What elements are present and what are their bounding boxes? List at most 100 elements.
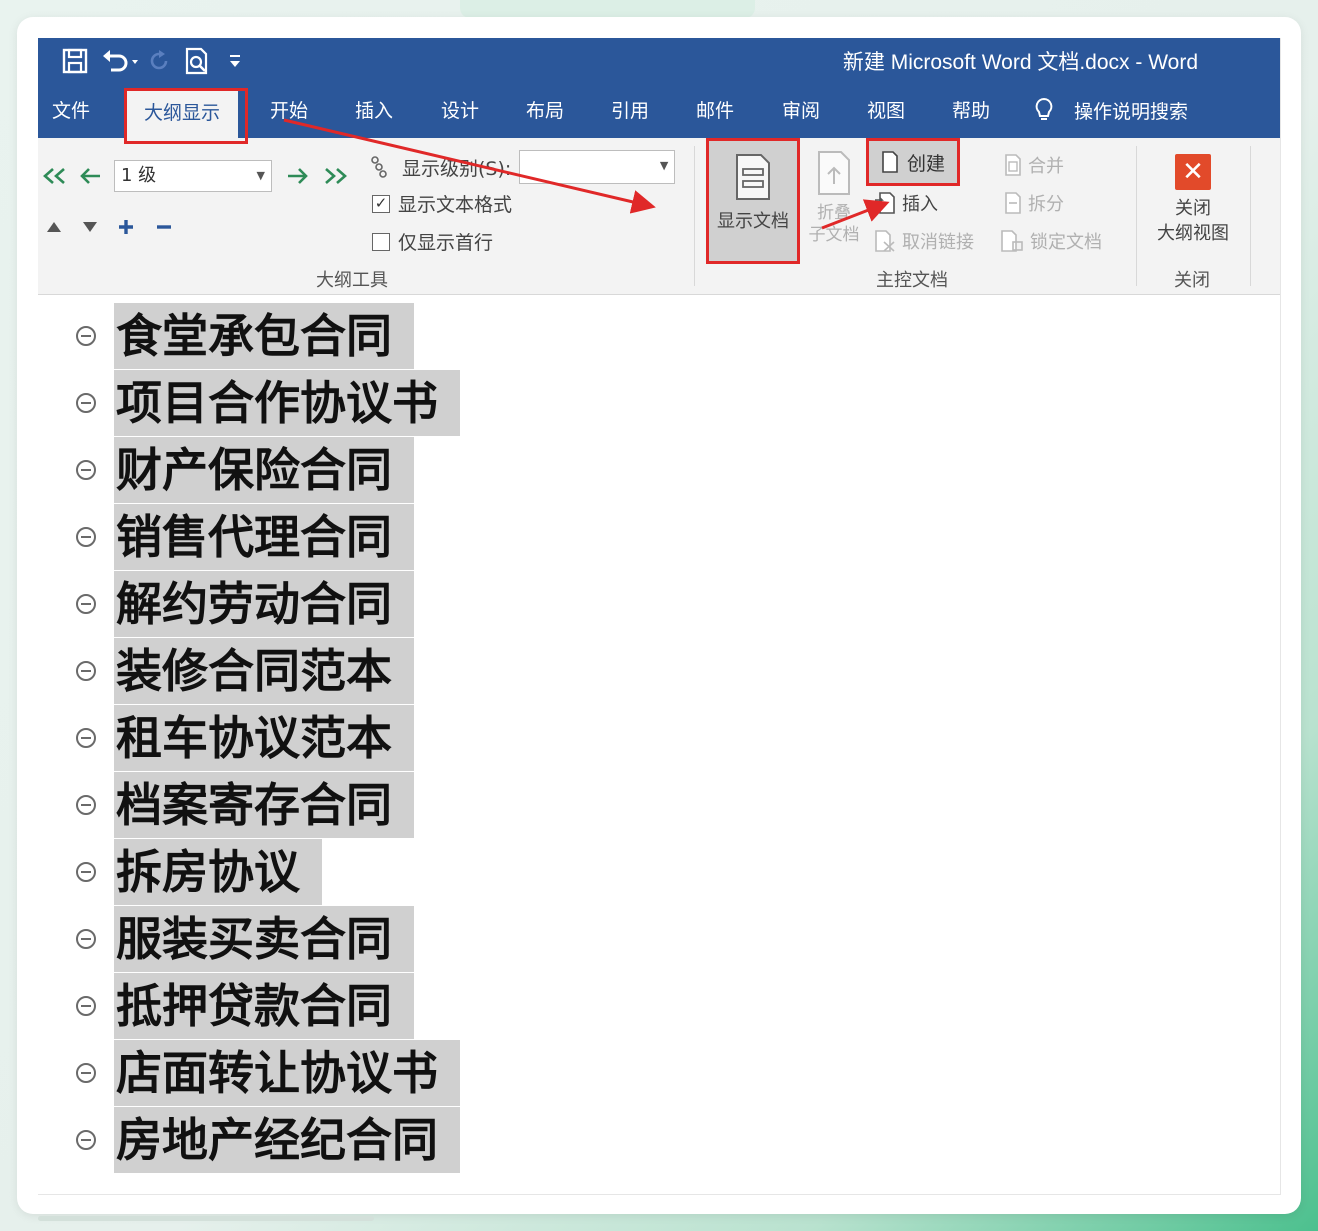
outline-item-text[interactable]: 抵押贷款合同 [114, 973, 414, 1039]
show-level-control[interactable]: 显示级别(S): ▼ [370, 150, 676, 184]
collapse-circle-icon[interactable] [76, 1130, 96, 1150]
tell-me-search[interactable]: 操作说明搜索 [1034, 92, 1188, 128]
collapse-circle-icon[interactable] [76, 661, 96, 681]
tab-home[interactable]: 开始 [270, 96, 308, 126]
show-level-select[interactable]: ▼ [519, 150, 676, 184]
expand-icon[interactable] [114, 214, 138, 240]
lock-document-button[interactable]: 锁定文档 [1000, 228, 1102, 254]
collapse-circle-icon[interactable] [76, 527, 96, 547]
create-document-icon [882, 151, 898, 173]
close-label-2: 大纲视图 [1157, 223, 1229, 244]
outline-item-text[interactable]: 租车协议范本 [114, 705, 414, 771]
group-label-master-document: 主控文档 [876, 270, 948, 291]
outline-item[interactable]: 服装买卖合同 [76, 906, 414, 972]
merge-label: 合并 [1028, 156, 1064, 177]
print-preview-icon[interactable] [174, 44, 220, 78]
unlink-subdocument-button[interactable]: 取消链接 [874, 228, 974, 254]
outline-item-text[interactable]: 店面转让协议书 [114, 1040, 460, 1106]
demote-icon[interactable] [282, 162, 312, 190]
outline-item[interactable]: 食堂承包合同 [76, 303, 414, 369]
insert-subdocument-button[interactable]: 插入 [874, 190, 938, 216]
promote-to-heading1-icon[interactable] [40, 162, 70, 190]
outline-item[interactable]: 租车协议范本 [76, 705, 414, 771]
collapse-circle-icon[interactable] [76, 594, 96, 614]
tab-layout[interactable]: 布局 [526, 96, 564, 126]
unlink-icon [875, 230, 895, 252]
title-bar: 新建 Microsoft Word 文档.docx - Word [38, 38, 1280, 82]
close-outline-view-button[interactable]: ✕ 关闭 大纲视图 [1148, 154, 1238, 246]
outline-item[interactable]: 销售代理合同 [76, 504, 414, 570]
outline-item[interactable]: 档案寄存合同 [76, 772, 414, 838]
collapse-circle-icon[interactable] [76, 929, 96, 949]
outline-item[interactable]: 财产保险合同 [76, 437, 414, 503]
show-text-format-checkbox[interactable]: ✓ 显示文本格式 [372, 190, 512, 217]
outline-level-value: 1 级 [121, 165, 157, 186]
tab-references[interactable]: 引用 [611, 96, 649, 126]
lock-document-icon [1001, 230, 1023, 252]
create-subdocument-button[interactable]: 创建 [866, 138, 960, 186]
tell-me-label: 操作说明搜索 [1074, 100, 1189, 123]
save-icon[interactable] [52, 44, 98, 78]
split-label: 拆分 [1028, 194, 1064, 215]
outline-item-text[interactable]: 项目合作协议书 [114, 370, 460, 436]
background-bottom-strip [38, 1216, 374, 1221]
outline-item[interactable]: 房地产经纪合同 [76, 1107, 460, 1173]
tab-file[interactable]: 文件 [52, 96, 90, 126]
outline-item-text[interactable]: 解约劳动合同 [114, 571, 414, 637]
demote-to-body-icon[interactable] [318, 162, 352, 190]
collapse-subdocuments-label-2: 子文档 [808, 225, 860, 245]
undo-icon[interactable] [98, 44, 144, 78]
document-outline-area: 食堂承包合同 项目合作协议书 财产保险合同 销售代理合同 解约劳动合同 装修合同… [38, 295, 1280, 1194]
outline-level-select[interactable]: 1 级 ▼ [114, 160, 272, 192]
collapse-circle-icon[interactable] [76, 862, 96, 882]
checkbox-checked[interactable]: ✓ [372, 194, 390, 213]
merge-subdocument-button[interactable]: 合并 [1004, 152, 1064, 178]
lightbulb-icon [1035, 97, 1053, 120]
outline-item-text[interactable]: 拆房协议 [114, 839, 322, 905]
merge-icon [1005, 154, 1021, 176]
tab-help[interactable]: 帮助 [952, 96, 990, 126]
tab-view[interactable]: 视图 [867, 96, 905, 126]
checkbox-unchecked[interactable] [372, 232, 390, 251]
lock-document-label: 锁定文档 [1030, 232, 1102, 253]
outline-item[interactable]: 抵押贷款合同 [76, 973, 414, 1039]
collapse-circle-icon[interactable] [76, 393, 96, 413]
outline-item-text[interactable]: 房地产经纪合同 [114, 1107, 460, 1173]
outline-item[interactable]: 拆房协议 [76, 839, 322, 905]
collapse-circle-icon[interactable] [76, 460, 96, 480]
customize-icon[interactable] [220, 44, 250, 78]
move-up-icon[interactable] [42, 214, 66, 240]
show-first-line-checkbox[interactable]: 仅显示首行 [372, 228, 493, 255]
outline-item[interactable]: 项目合作协议书 [76, 370, 460, 436]
outline-item-text[interactable]: 销售代理合同 [114, 504, 414, 570]
outline-item-text[interactable]: 食堂承包合同 [114, 303, 414, 369]
tab-mailings[interactable]: 邮件 [696, 96, 734, 126]
collapse-circle-icon[interactable] [76, 326, 96, 346]
promote-icon[interactable] [76, 162, 106, 190]
outline-item-text[interactable]: 档案寄存合同 [114, 772, 414, 838]
collapse-circle-icon[interactable] [76, 996, 96, 1016]
show-level-label: 显示级别(S): [402, 157, 512, 180]
collapse-circle-icon[interactable] [76, 728, 96, 748]
tab-design[interactable]: 设计 [441, 96, 479, 126]
group-label-close: 关闭 [1174, 270, 1210, 291]
outline-item[interactable]: 店面转让协议书 [76, 1040, 460, 1106]
show-document-button[interactable]: 显示文档 [706, 138, 800, 264]
collapse-icon[interactable] [152, 214, 176, 240]
redo-icon[interactable] [144, 44, 174, 78]
collapse-circle-icon[interactable] [76, 795, 96, 815]
outline-item[interactable]: 装修合同范本 [76, 638, 414, 704]
show-document-label: 显示文档 [717, 211, 789, 232]
tab-review[interactable]: 审阅 [782, 96, 820, 126]
collapse-subdocuments-button[interactable]: 折叠 子文档 [804, 150, 864, 246]
outline-item[interactable]: 解约劳动合同 [76, 571, 414, 637]
split-subdocument-button[interactable]: 拆分 [1004, 190, 1064, 216]
outline-item-text[interactable]: 装修合同范本 [114, 638, 414, 704]
tab-insert[interactable]: 插入 [355, 96, 393, 126]
outline-item-text[interactable]: 财产保险合同 [114, 437, 414, 503]
show-document-icon [736, 154, 770, 200]
collapse-circle-icon[interactable] [76, 1063, 96, 1083]
group-separator [694, 146, 695, 286]
move-down-icon[interactable] [78, 214, 102, 240]
outline-item-text[interactable]: 服装买卖合同 [114, 906, 414, 972]
